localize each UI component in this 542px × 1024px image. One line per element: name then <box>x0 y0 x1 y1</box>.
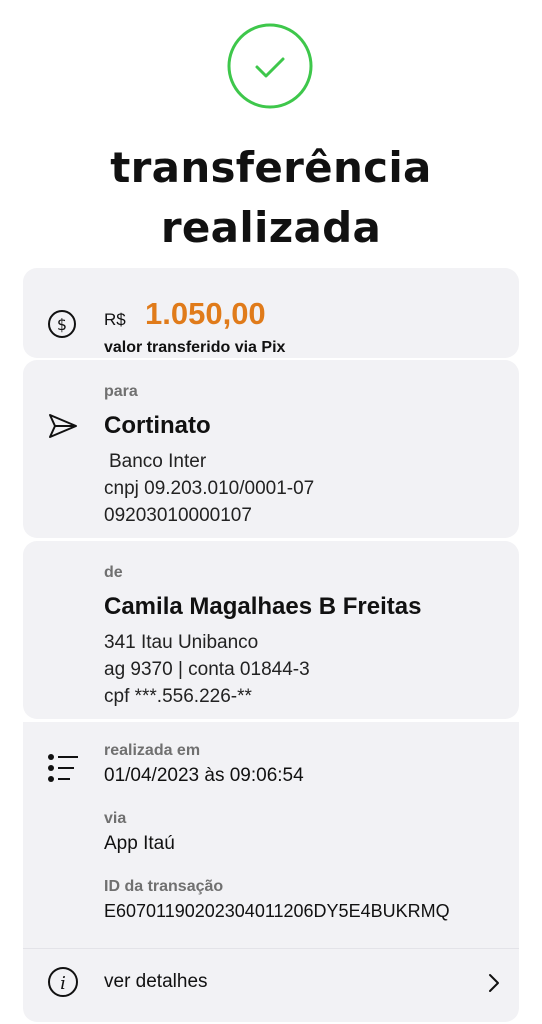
date-value: 01/04/2023 às 09:06:54 <box>104 765 304 786</box>
check-circle-icon <box>227 23 313 109</box>
send-arrow-icon <box>47 412 79 445</box>
title-line-2: realizada <box>160 203 382 252</box>
sender-label: de <box>104 564 123 581</box>
details-label: ver detalhes <box>104 971 208 992</box>
sender-bank: 341 Itau Unibanco <box>104 632 259 653</box>
recipient-key: 09203010000107 <box>104 505 252 526</box>
page-title: transferência realizada <box>0 138 542 258</box>
recipient-name: Cortinato <box>104 412 211 439</box>
recipient-label: para <box>104 383 138 400</box>
sender-document: cpf ***.556.226-** <box>104 686 252 707</box>
chevron-right-icon <box>487 973 501 998</box>
recipient-document: cnpj 09.203.010/0001-07 <box>104 478 315 499</box>
date-label: realizada em <box>104 742 201 759</box>
details-row[interactable]: i ver detalhes <box>23 949 519 1009</box>
list-icon <box>47 753 79 788</box>
amount-caption: valor transferido via Pix <box>104 339 286 356</box>
sender-name: Camila Magalhaes B Freitas <box>104 593 422 620</box>
title-line-1: transferência <box>110 143 432 192</box>
amount-card: $ R$ 1.050,00 valor transferido via Pix <box>23 268 519 358</box>
sender-card: de Camila Magalhaes B Freitas 341 Itau U… <box>23 541 519 719</box>
dollar-circle-icon: $ <box>47 309 77 344</box>
recipient-bank: Banco Inter <box>109 451 207 472</box>
recipient-card: para Cortinato Banco Inter cnpj 09.203.0… <box>23 360 519 538</box>
sender-account: ag 9370 | conta 01844-3 <box>104 659 310 680</box>
transaction-id-label: ID da transação <box>104 878 224 895</box>
info-card: realizada em 01/04/2023 às 09:06:54 via … <box>23 722 519 1022</box>
svg-text:i: i <box>60 973 66 994</box>
transaction-id-value: E60701190202304011206DY5E4BUKRMQ <box>104 901 450 921</box>
svg-text:$: $ <box>57 315 67 334</box>
via-value: App Itaú <box>104 833 175 854</box>
via-label: via <box>104 810 127 827</box>
info-icon: i <box>47 966 79 1003</box>
currency-label: R$ <box>104 310 126 329</box>
amount-value: 1.050,00 <box>145 296 266 331</box>
